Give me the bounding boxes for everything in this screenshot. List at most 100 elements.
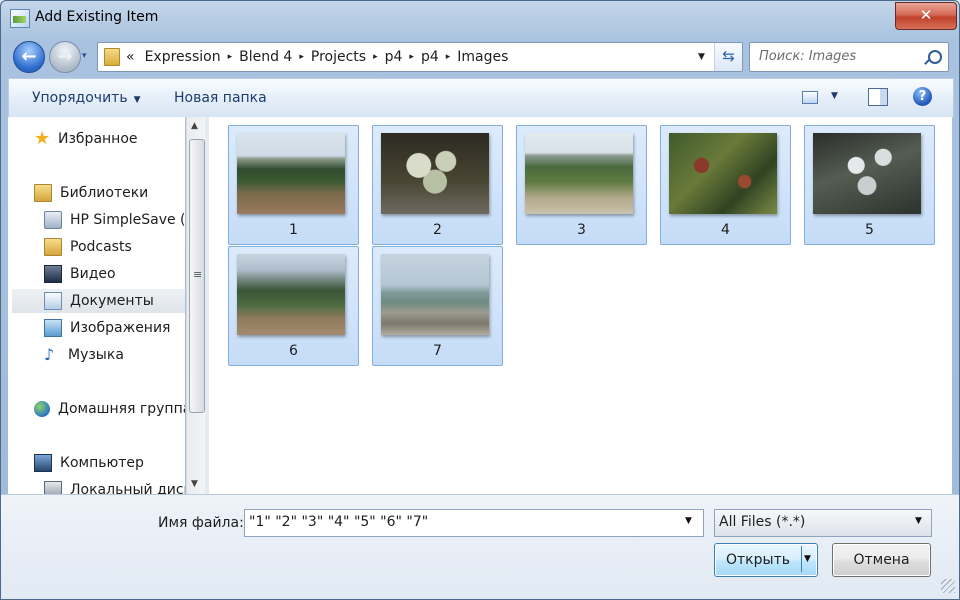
folder-icon — [104, 48, 120, 66]
breadcrumb-item[interactable]: Images — [453, 49, 512, 65]
sidebar-item-video[interactable]: Видео — [44, 262, 116, 286]
app-icon — [10, 9, 30, 28]
file-name-value: "1" "2" "3" "4" "5" "6" "7" — [249, 514, 429, 530]
file-type-value: All Files (*.*) — [719, 514, 806, 530]
file-item[interactable]: 1 — [228, 125, 359, 245]
sidebar-item-label: Компьютер — [60, 455, 144, 471]
grip-icon: ≡ — [193, 268, 203, 281]
file-name-input[interactable]: "1" "2" "3" "4" "5" "6" "7" ▼ — [244, 509, 704, 537]
forward-button[interactable]: → — [49, 41, 81, 73]
open-button[interactable]: Открыть ▼ — [714, 543, 818, 577]
breadcrumb-separator-icon[interactable]: ▸ — [225, 52, 236, 62]
file-name-label: Имя файла: — [158, 515, 244, 531]
close-button[interactable]: ✕ — [895, 2, 957, 30]
file-name-label: 7 — [433, 343, 442, 359]
sidebar-item-label: Изображения — [70, 320, 171, 336]
file-item[interactable]: 5 — [804, 125, 935, 245]
views-dropdown-icon[interactable]: ▼ — [831, 91, 838, 101]
sidebar-item-podcasts[interactable]: Podcasts — [44, 235, 132, 259]
libraries-icon — [34, 184, 52, 202]
sidebar-item-label: Видео — [70, 266, 116, 282]
breadcrumb-item[interactable]: Blend 4 — [235, 49, 296, 65]
folder-icon — [44, 238, 62, 256]
file-name-label: 2 — [433, 222, 442, 238]
sidebar-item-label: Избранное — [58, 131, 138, 147]
sidebar-item-label: Домашняя группа — [58, 401, 185, 417]
file-item[interactable]: 2 — [372, 125, 503, 245]
drive-icon — [44, 211, 62, 229]
command-bar: Упорядочить ▼ Новая папка ▼ ? — [8, 78, 954, 118]
image-thumbnail — [525, 133, 633, 214]
recent-pages-dropdown[interactable]: ▾ — [82, 51, 92, 61]
breadcrumb: « Expression ▸ Blend 4 ▸ Projects ▸ p4 ▸ p4 ▸ Imag… — [126, 43, 512, 71]
sidebar-item-label: Музыка — [68, 347, 124, 363]
split-divider — [801, 546, 802, 572]
image-thumbnail — [381, 254, 489, 335]
sidebar-item-music[interactable]: ♪ Музыка — [44, 343, 124, 367]
chevron-down-icon[interactable]: ▼ — [804, 554, 811, 564]
address-bar[interactable]: « Expression ▸ Blend 4 ▸ Projects ▸ p4 ▸ p4 ▸ Imag… — [97, 42, 743, 72]
pictures-icon — [44, 319, 62, 337]
star-icon: ★ — [34, 128, 51, 149]
file-name-label: 5 — [865, 222, 874, 238]
back-button[interactable]: ← — [13, 41, 45, 73]
computer-icon — [34, 454, 52, 472]
sidebar-item-hp-simplesave[interactable]: HP SimpleSave (F — [44, 208, 185, 232]
file-type-select[interactable]: All Files (*.*) ▼ — [714, 509, 932, 537]
breadcrumb-item[interactable]: Projects — [307, 49, 370, 65]
sidebar-item-local-disk[interactable]: Локальный диск — [44, 478, 185, 494]
homegroup-icon — [34, 401, 50, 417]
image-thumbnail — [237, 133, 345, 214]
breadcrumb-separator-icon[interactable]: ▸ — [296, 52, 307, 62]
sidebar-item-homegroup[interactable]: Домашняя группа — [34, 397, 185, 421]
organize-label: Упорядочить — [32, 90, 128, 106]
breadcrumb-separator-icon[interactable]: ▸ — [406, 52, 417, 62]
chevron-down-icon[interactable]: ▼ — [915, 516, 922, 526]
refresh-button[interactable]: ⇆ — [714, 43, 742, 71]
file-item[interactable]: 3 — [516, 125, 647, 245]
video-icon — [44, 265, 62, 283]
breadcrumb-item[interactable]: p4 — [381, 49, 407, 65]
sidebar-item-computer[interactable]: Компьютер — [34, 451, 144, 475]
file-list: 1 2 3 4 5 6 7 — [209, 117, 952, 494]
title-bar[interactable]: Add Existing Item ✕ — [1, 1, 959, 37]
scroll-up-icon[interactable]: ▲ — [191, 121, 198, 131]
address-dropdown-icon[interactable]: ▼ — [698, 49, 710, 65]
sidebar-item-libraries[interactable]: Библиотеки — [34, 181, 148, 205]
search-icon[interactable] — [928, 50, 942, 64]
cancel-button[interactable]: Отмена — [832, 543, 931, 577]
help-icon[interactable]: ? — [913, 87, 932, 106]
image-thumbnail — [813, 133, 921, 214]
preview-pane-icon[interactable] — [868, 88, 888, 106]
breadcrumb-separator-icon[interactable]: ▸ — [370, 52, 381, 62]
sidebar-item-favorites[interactable]: ★ Избранное — [34, 127, 138, 151]
sidebar-item-pictures[interactable]: Изображения — [44, 316, 170, 340]
chevron-down-icon: ▼ — [133, 95, 141, 105]
documents-icon — [44, 292, 62, 310]
navigation-pane: ★ Избранное Библиотеки HP SimpleSave (F P… — [8, 117, 185, 494]
organize-button[interactable]: Упорядочить ▼ — [32, 90, 141, 106]
file-item[interactable]: 4 — [660, 125, 791, 245]
search-input[interactable]: Поиск: Images — [749, 42, 949, 72]
music-icon: ♪ — [44, 345, 55, 364]
chevron-down-icon[interactable]: ▼ — [685, 516, 692, 526]
resize-grip[interactable] — [941, 579, 955, 593]
breadcrumb-overflow[interactable]: « — [126, 49, 141, 65]
sidebar-item-documents[interactable]: Документы — [12, 289, 185, 313]
file-name-label: 4 — [721, 222, 730, 238]
dialog-window: Add Existing Item ✕ ← → ▾ « Expression ▸ B… — [0, 0, 960, 600]
scroll-down-icon[interactable]: ▼ — [191, 479, 198, 489]
file-name-label: 1 — [289, 222, 298, 238]
new-folder-button[interactable]: Новая папка — [174, 90, 267, 106]
sidebar-item-label: Podcasts — [70, 239, 132, 255]
navigation-scrollbar[interactable]: ▲ ≡ ▼ — [186, 117, 206, 494]
views-icon[interactable] — [802, 91, 818, 104]
file-item[interactable]: 6 — [228, 246, 359, 366]
image-thumbnail — [669, 133, 777, 214]
open-button-label: Открыть — [726, 552, 790, 568]
breadcrumb-separator-icon[interactable]: ▸ — [443, 52, 454, 62]
breadcrumb-item[interactable]: Expression — [141, 49, 225, 65]
scroll-thumb[interactable]: ≡ — [189, 139, 205, 413]
breadcrumb-item[interactable]: p4 — [417, 49, 443, 65]
file-item[interactable]: 7 — [372, 246, 503, 366]
